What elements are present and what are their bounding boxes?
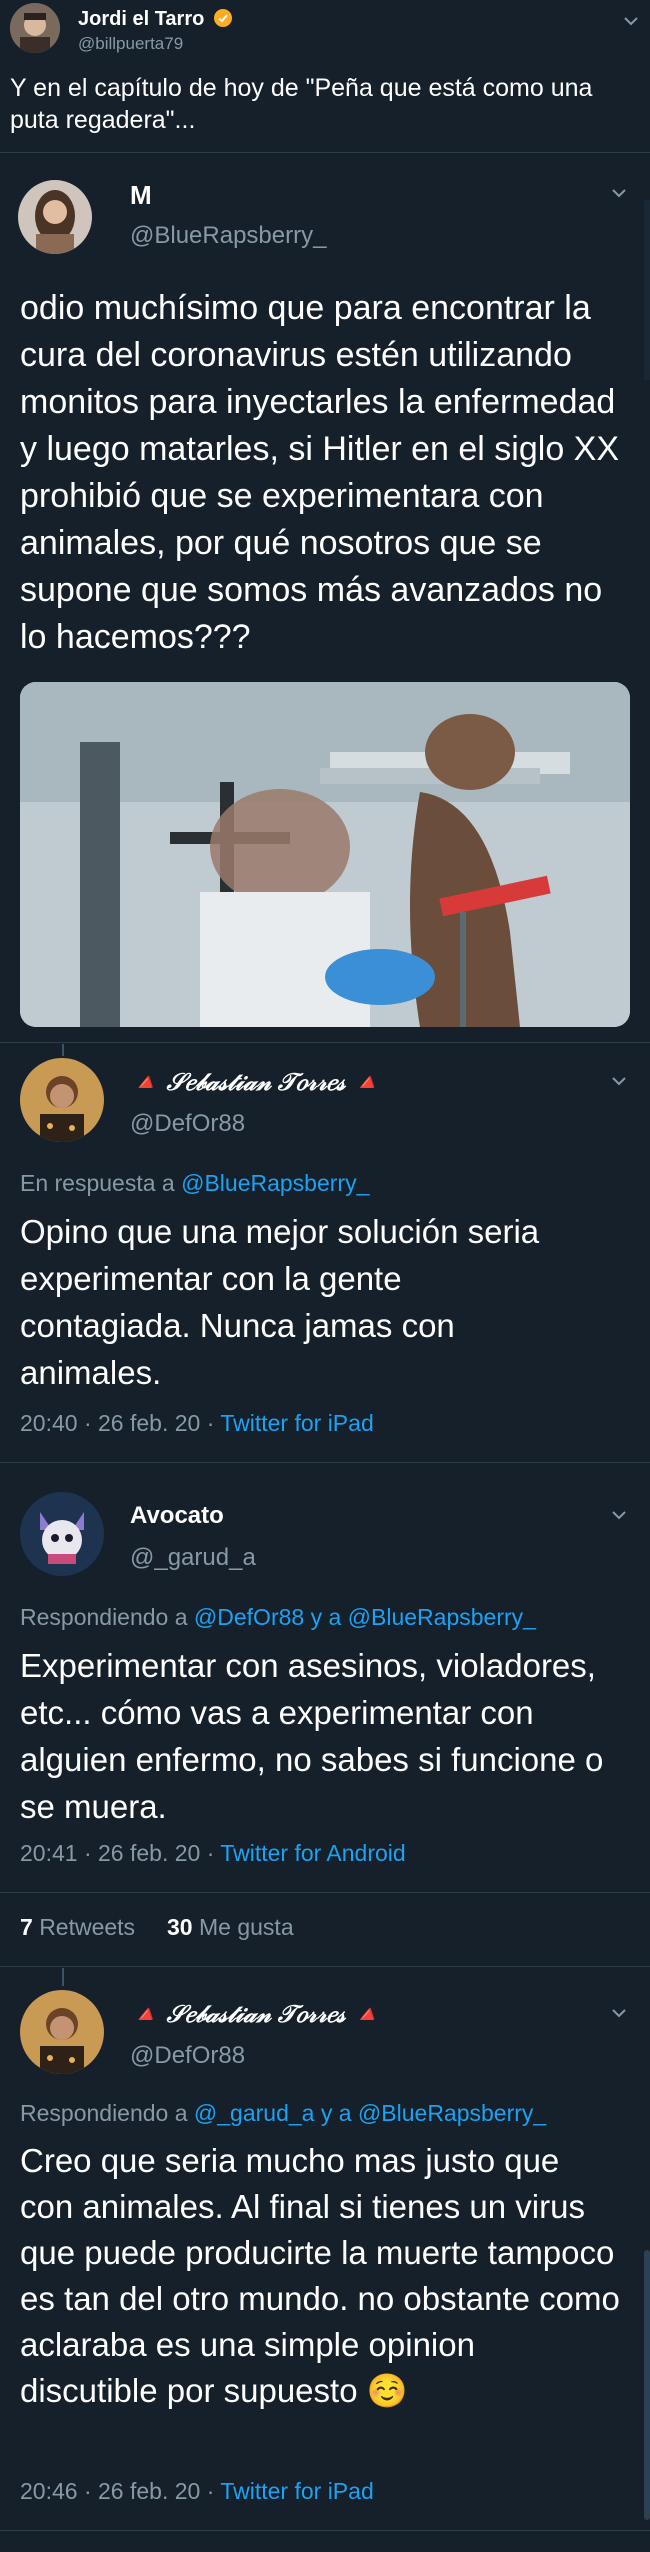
reply-name[interactable]: 🔺 𝒮𝑒𝒷𝒶𝓈𝓉𝒾𝒶𝓃 𝒯𝑜𝓇𝓇𝑒𝓈 🔺	[130, 2000, 382, 2029]
scrollbar-thumb[interactable]	[644, 2250, 650, 2520]
divider	[0, 1462, 650, 1463]
reply-to-line: Respondiendo a @DefOr88 y a @BlueRapsber…	[20, 1604, 536, 1630]
tweet-meta: 20:41 · 26 feb. 20 · Twitter for Android	[20, 1840, 406, 1866]
header-text: Y en el capítulo de hoy de "Peña que est…	[10, 74, 593, 134]
avatar[interactable]	[20, 1990, 104, 2074]
reply-text: Creo que seria mucho mas justo que con a…	[20, 2142, 620, 2409]
quoted-name[interactable]: M	[130, 180, 152, 211]
divider	[0, 152, 650, 153]
tweet-media-image[interactable]	[20, 682, 630, 1027]
avatar[interactable]	[20, 1492, 104, 1576]
reply-to-link[interactable]: @DefOr88 y a @BlueRapsberry_	[194, 1604, 536, 1630]
chevron-down-icon[interactable]	[608, 2002, 630, 2024]
tweet-stats: 7 Retweets 30 Me gusta	[20, 1914, 294, 1941]
retweets-stat[interactable]: 7 Retweets	[20, 1914, 135, 1940]
chevron-down-icon[interactable]	[620, 10, 642, 32]
quoted-handle[interactable]: @BlueRapsberry_	[130, 222, 326, 250]
reply-to-line: Respondiendo a @_garud_a y a @BlueRapsbe…	[20, 2100, 547, 2126]
chevron-down-icon[interactable]	[608, 1070, 630, 1092]
reply-handle[interactable]: @DefOr88	[130, 2042, 245, 2070]
header-name[interactable]: Jordi el Tarro	[78, 8, 232, 31]
divider	[0, 2530, 650, 2531]
chevron-down-icon[interactable]	[608, 1504, 630, 1526]
divider	[0, 1892, 650, 1893]
reply-to-link[interactable]: @_garud_a y a @BlueRapsberry_	[194, 2100, 546, 2126]
source-link[interactable]: Twitter for Android	[220, 1840, 405, 1866]
avatar[interactable]	[10, 3, 60, 53]
divider	[0, 1966, 650, 1967]
divider	[0, 1042, 650, 1043]
tweet-meta: 20:40 · 26 feb. 20 · Twitter for iPad	[20, 1410, 374, 1436]
verified-badge-icon	[213, 9, 232, 27]
quoted-text: odio muchísimo que para encontrar la cur…	[20, 289, 620, 656]
likes-stat[interactable]: 30 Me gusta	[167, 1914, 294, 1940]
reply-handle[interactable]: @_garud_a	[130, 1544, 256, 1572]
header-handle[interactable]: @billpuerta79	[78, 34, 183, 54]
source-link[interactable]: Twitter for iPad	[220, 1410, 373, 1436]
reply-to-line: En respuesta a @BlueRapsberry_	[20, 1170, 370, 1196]
scrollbar-track[interactable]	[644, 200, 650, 380]
chevron-down-icon[interactable]	[608, 182, 630, 204]
reply-text: Experimentar con asesinos, violadores, e…	[20, 1647, 604, 1825]
tweet-meta: 20:46 · 26 feb. 20 · Twitter for iPad	[20, 2478, 374, 2504]
reply-name[interactable]: 🔺 𝒮𝑒𝒷𝒶𝓈𝓉𝒾𝒶𝓃 𝒯𝑜𝓇𝓇𝑒𝓈 🔺	[130, 1068, 382, 1097]
reply-to-link[interactable]: @BlueRapsberry_	[181, 1170, 369, 1196]
thread-line	[62, 1044, 64, 1056]
reply-name[interactable]: Avocato	[130, 1502, 224, 1530]
reply-text: Opino que una mejor solución seria exper…	[20, 1213, 540, 1391]
reply-handle[interactable]: @DefOr88	[130, 1110, 245, 1138]
source-link[interactable]: Twitter for iPad	[220, 2478, 373, 2504]
thread-line	[62, 1968, 64, 1986]
avatar[interactable]	[20, 1058, 104, 1142]
avatar[interactable]	[18, 180, 92, 254]
